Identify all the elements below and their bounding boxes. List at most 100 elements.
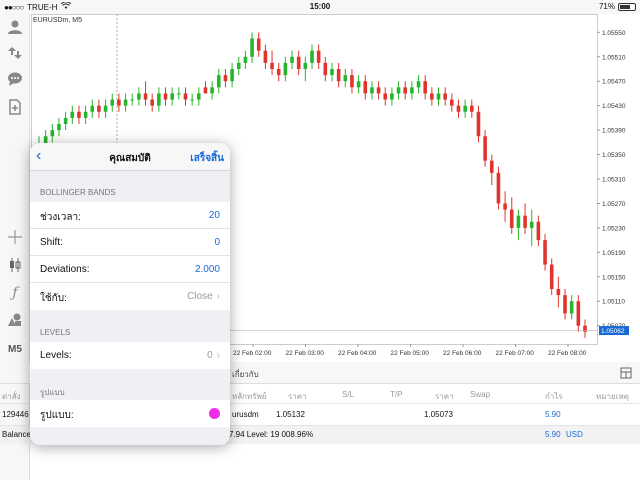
header-price: ราคา [288, 392, 307, 401]
crosshair-icon[interactable] [6, 228, 24, 246]
deviations-row[interactable]: Deviations: 2.000 [30, 256, 230, 283]
apply-to-value[interactable]: Close › [187, 291, 220, 302]
candle-body [137, 93, 141, 100]
candle [376, 81, 381, 100]
candle [310, 44, 314, 69]
panel-layout-icon[interactable] [620, 367, 632, 381]
levels-value[interactable]: 0 › [207, 350, 220, 361]
open-price-cell: 1.05132 [276, 410, 305, 419]
period-row[interactable]: ช่วงเวลา: 20 [30, 202, 230, 229]
header-order: ต่าสั่ง [2, 392, 21, 401]
color-swatch[interactable] [209, 408, 220, 419]
chat-icon[interactable] [6, 70, 24, 88]
shift-value[interactable]: 0 [214, 237, 220, 248]
candle [263, 44, 268, 69]
candle-body [549, 264, 554, 289]
ticket-cell: 129446 [2, 410, 29, 419]
objects-icon[interactable] [6, 311, 24, 329]
candle-body [197, 93, 201, 100]
candle [137, 87, 141, 106]
candle-body [363, 81, 368, 94]
candle-body [336, 69, 341, 82]
candle [343, 69, 348, 88]
candle [230, 62, 234, 88]
candle-body [130, 99, 135, 101]
candle [163, 87, 168, 106]
candle-body [90, 105, 95, 112]
candles-icon[interactable] [6, 256, 24, 274]
candle-body [117, 99, 121, 106]
candle-body [396, 87, 401, 94]
done-button[interactable]: เสร็จสิ้น [190, 151, 224, 166]
candle [190, 93, 194, 106]
candle [70, 105, 75, 124]
candle [117, 93, 121, 112]
balance-currency: USD [566, 430, 583, 439]
time-tick-label: 22 Feb 08:00 [548, 350, 587, 357]
candle [97, 99, 101, 118]
candle-body [536, 221, 541, 241]
candle-body [250, 38, 254, 57]
candle [563, 289, 567, 320]
levels-row[interactable]: Levels: 0 › [30, 342, 230, 369]
price-tick-label: 1.05110 [602, 299, 625, 306]
battery-info: 71% [599, 2, 636, 11]
candle-body [463, 105, 467, 112]
candle-body [503, 203, 507, 210]
deviations-value[interactable]: 2.000 [195, 264, 220, 275]
candle [350, 69, 354, 94]
candle-body [563, 295, 567, 314]
candle [103, 99, 108, 118]
header-tp: T/P [390, 390, 403, 399]
price-tick-label: 1.05270 [602, 201, 626, 208]
candle [543, 234, 547, 271]
function-icon[interactable]: ƒ [6, 284, 24, 302]
candle [236, 56, 241, 76]
time-tick-label: 22 Feb 04:00 [338, 350, 377, 357]
candle [456, 99, 461, 118]
section-levels: LEVELS [40, 328, 71, 337]
apply-to-text: Close [187, 291, 213, 302]
candle [90, 99, 95, 118]
candle [496, 166, 501, 210]
document-plus-icon[interactable] [6, 98, 24, 116]
price-tick-label: 1.05310 [602, 177, 626, 184]
candle-body [270, 62, 274, 69]
candle [63, 111, 68, 131]
trade-arrows-icon[interactable] [6, 44, 24, 62]
candle-body [543, 240, 547, 265]
candle [503, 191, 507, 222]
timeframe-button[interactable]: M5 [6, 340, 24, 358]
candle-body [70, 111, 75, 118]
style-row[interactable]: รูปแบบ: [30, 400, 230, 427]
candle [529, 209, 534, 247]
candle-body [436, 93, 441, 100]
candle [177, 87, 181, 100]
candle-body [177, 93, 181, 95]
chevron-right-icon: › [216, 291, 220, 302]
candle-body [410, 87, 414, 94]
popover-header: ‹ คุณสมบัติ เสร็จสิ้น [30, 143, 230, 171]
candle-body [356, 81, 361, 88]
candle-body [516, 215, 521, 228]
candle [556, 276, 561, 308]
properties-popover: ‹ คุณสมบัติ เสร็จสิ้น BOLLINGER BANDS ช่… [30, 143, 230, 445]
period-value[interactable]: 20 [209, 210, 220, 221]
candle [403, 81, 408, 100]
candle-body [303, 62, 308, 69]
current-price-cell: 1.05073 [424, 410, 453, 419]
candle-body [143, 93, 148, 100]
margin-level: 7.94 Level: 19 008.96% [229, 430, 314, 439]
time-tick-label: 22 Feb 05:00 [391, 350, 430, 357]
candle-body [310, 50, 314, 63]
shift-row[interactable]: Shift: 0 [30, 229, 230, 256]
apply-to-row[interactable]: ใช้กับ: Close › [30, 283, 230, 310]
candle-body [470, 105, 474, 112]
tab-fragment[interactable]: เกี่ยวกับ [232, 368, 259, 381]
candle-body [430, 93, 434, 100]
candle-body [523, 215, 527, 228]
candle [363, 75, 368, 100]
candle [303, 56, 308, 82]
user-icon[interactable] [6, 18, 24, 36]
candle [336, 62, 341, 88]
